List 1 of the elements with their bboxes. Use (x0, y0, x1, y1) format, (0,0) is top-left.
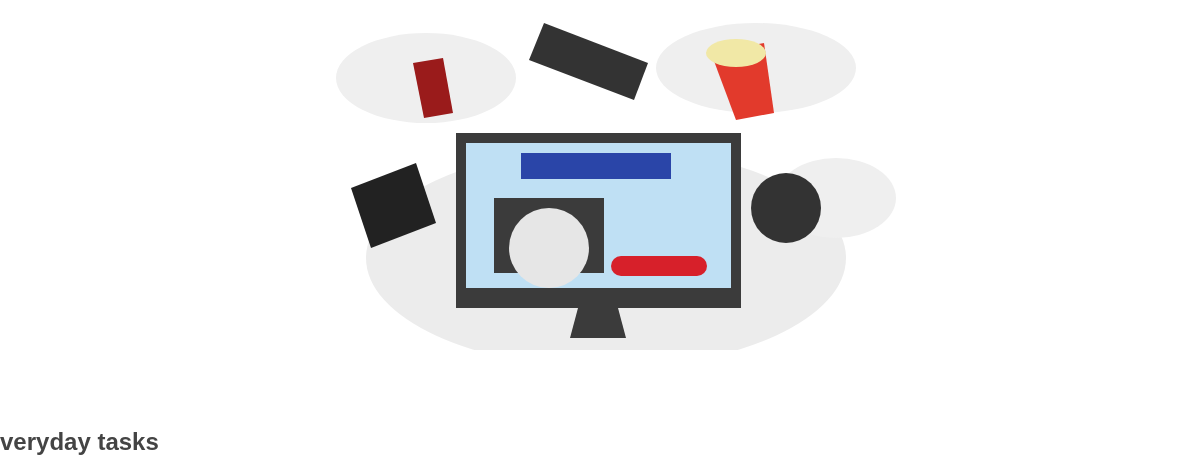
section-heading: veryday tasks (0, 428, 159, 456)
